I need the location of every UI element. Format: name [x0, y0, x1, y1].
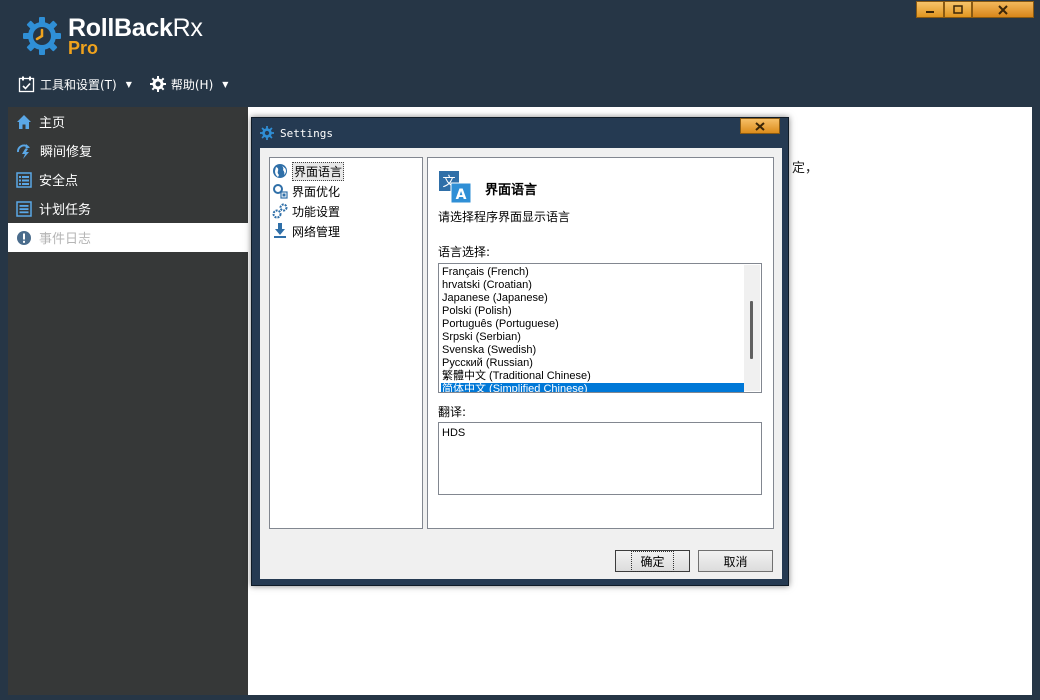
sidebar-item-label: 瞬间修复 — [40, 145, 93, 160]
gear-icon — [149, 76, 166, 92]
menu-tools-settings[interactable]: 工具和设置(T) ▼ — [18, 74, 132, 94]
ok-button-label: 确定 — [631, 550, 674, 572]
snapshot-list-icon — [16, 171, 32, 188]
cancel-button[interactable]: 取消 — [698, 550, 773, 572]
maximize-icon — [953, 5, 963, 14]
translate-icon: 文 A — [439, 171, 472, 204]
logo-gear-icon — [23, 17, 61, 55]
tree-item-ui-optimize[interactable]: 界面优化 — [272, 181, 420, 201]
language-option-selected[interactable]: 简体中文 (Simplified Chinese) — [441, 383, 744, 392]
sidebar-item-label: 安全点 — [39, 174, 79, 189]
language-option[interactable]: Polski (Polish) — [441, 305, 744, 318]
menubar: 工具和设置(T) ▼ 帮助(H) ▼ — [18, 74, 228, 94]
ok-button[interactable]: 确定 — [615, 550, 690, 572]
maximize-button[interactable] — [944, 1, 972, 18]
language-option[interactable]: Japanese (Japanese) — [441, 292, 744, 305]
tree-item-network[interactable]: 网络管理 — [272, 221, 420, 241]
tree-item-label: 界面优化 — [292, 184, 341, 199]
scrollbar-thumb[interactable] — [750, 301, 753, 359]
chevron-down-icon: ▼ — [222, 79, 229, 89]
schedule-icon — [16, 200, 32, 217]
language-list-scrollbar[interactable] — [744, 265, 760, 391]
translation-label: 翻译: — [438, 405, 467, 419]
panel-title: 界面语言 — [485, 183, 538, 198]
sidebar-item-label: 主页 — [39, 116, 66, 131]
app-name-suffix: Rx — [172, 13, 203, 42]
close-icon — [998, 4, 1008, 15]
chevron-down-icon: ▼ — [125, 79, 132, 89]
menu-tools-settings-label: 工具和设置(T) — [40, 77, 117, 92]
sidebar: 主页 瞬间修复 安全点 计划任务 事件日志 — [8, 107, 248, 695]
alert-icon — [17, 230, 31, 245]
tree-item-label: 网络管理 — [292, 224, 341, 239]
language-option[interactable]: Srpski (Serbian) — [441, 331, 744, 344]
download-icon — [274, 223, 286, 238]
sidebar-item-label: 事件日志 — [39, 232, 92, 247]
window-controls — [916, 1, 1034, 18]
dialog-title: Settings — [280, 126, 333, 140]
language-option[interactable]: 繁體中文 (Traditional Chinese) — [441, 370, 744, 383]
app-logo: RollBackRx Pro — [22, 14, 203, 58]
close-button[interactable] — [972, 1, 1034, 18]
dialog-gear-icon — [260, 126, 274, 140]
sidebar-item-home[interactable]: 主页 — [8, 107, 248, 136]
language-panel: 文 A 界面语言 请选择程序界面显示语言 语言选择: Français (Fre… — [427, 157, 774, 529]
language-option[interactable]: Français (French) — [441, 266, 744, 279]
sidebar-item-schedule[interactable]: 计划任务 — [8, 194, 248, 223]
tree-item-label: 界面语言 — [292, 161, 345, 181]
language-option[interactable]: hrvatski (Croatian) — [441, 279, 744, 292]
language-option[interactable]: Português (Portuguese) — [441, 318, 744, 331]
tree-item-label: 功能设置 — [292, 204, 341, 219]
dialog-titlebar: Settings — [260, 126, 333, 140]
tree-item-language[interactable]: 界面语言 — [272, 161, 420, 181]
dialog-close-button[interactable] — [740, 118, 780, 134]
globe-icon — [273, 164, 287, 178]
language-option[interactable]: Русский (Russian) — [441, 357, 744, 370]
sidebar-item-snapshots[interactable]: 安全点 — [8, 165, 248, 194]
panel-description: 请选择程序界面显示语言 — [438, 210, 571, 224]
tree-item-features[interactable]: 功能设置 — [272, 201, 420, 221]
instant-restore-icon — [17, 143, 30, 159]
close-icon — [755, 121, 765, 131]
menu-help[interactable]: 帮助(H) ▼ — [149, 74, 229, 94]
minimize-button[interactable] — [916, 1, 944, 18]
ui-optimize-icon — [273, 184, 288, 199]
language-option[interactable]: Svenska (Swedish) — [441, 344, 744, 357]
home-icon — [17, 114, 31, 129]
settings-dialog: Settings 界面语言 界面优化 功能设置 网络管理 文 A 界面语言 请选… — [251, 117, 789, 586]
minimize-icon — [926, 10, 934, 13]
sidebar-item-instant-restore[interactable]: 瞬间修复 — [8, 136, 248, 165]
svg-text:A: A — [456, 187, 467, 203]
content-partial-text: 定， — [792, 161, 819, 176]
language-select-label: 语言选择: — [438, 245, 491, 259]
sidebar-item-label: 计划任务 — [39, 203, 92, 218]
language-listbox[interactable]: Français (French) hrvatski (Croatian) Ja… — [438, 263, 762, 393]
cancel-button-label: 取消 — [723, 554, 748, 569]
dialog-body: 界面语言 界面优化 功能设置 网络管理 文 A 界面语言 请选择程序界面显示语言… — [260, 148, 782, 579]
menu-help-label: 帮助(H) — [170, 77, 214, 92]
settings-tree: 界面语言 界面优化 功能设置 网络管理 — [269, 157, 423, 529]
translation-field[interactable]: HDS — [438, 422, 762, 495]
sidebar-item-event-log[interactable]: 事件日志 — [8, 223, 248, 252]
gears-icon — [272, 203, 288, 219]
calendar-check-icon — [18, 76, 35, 92]
